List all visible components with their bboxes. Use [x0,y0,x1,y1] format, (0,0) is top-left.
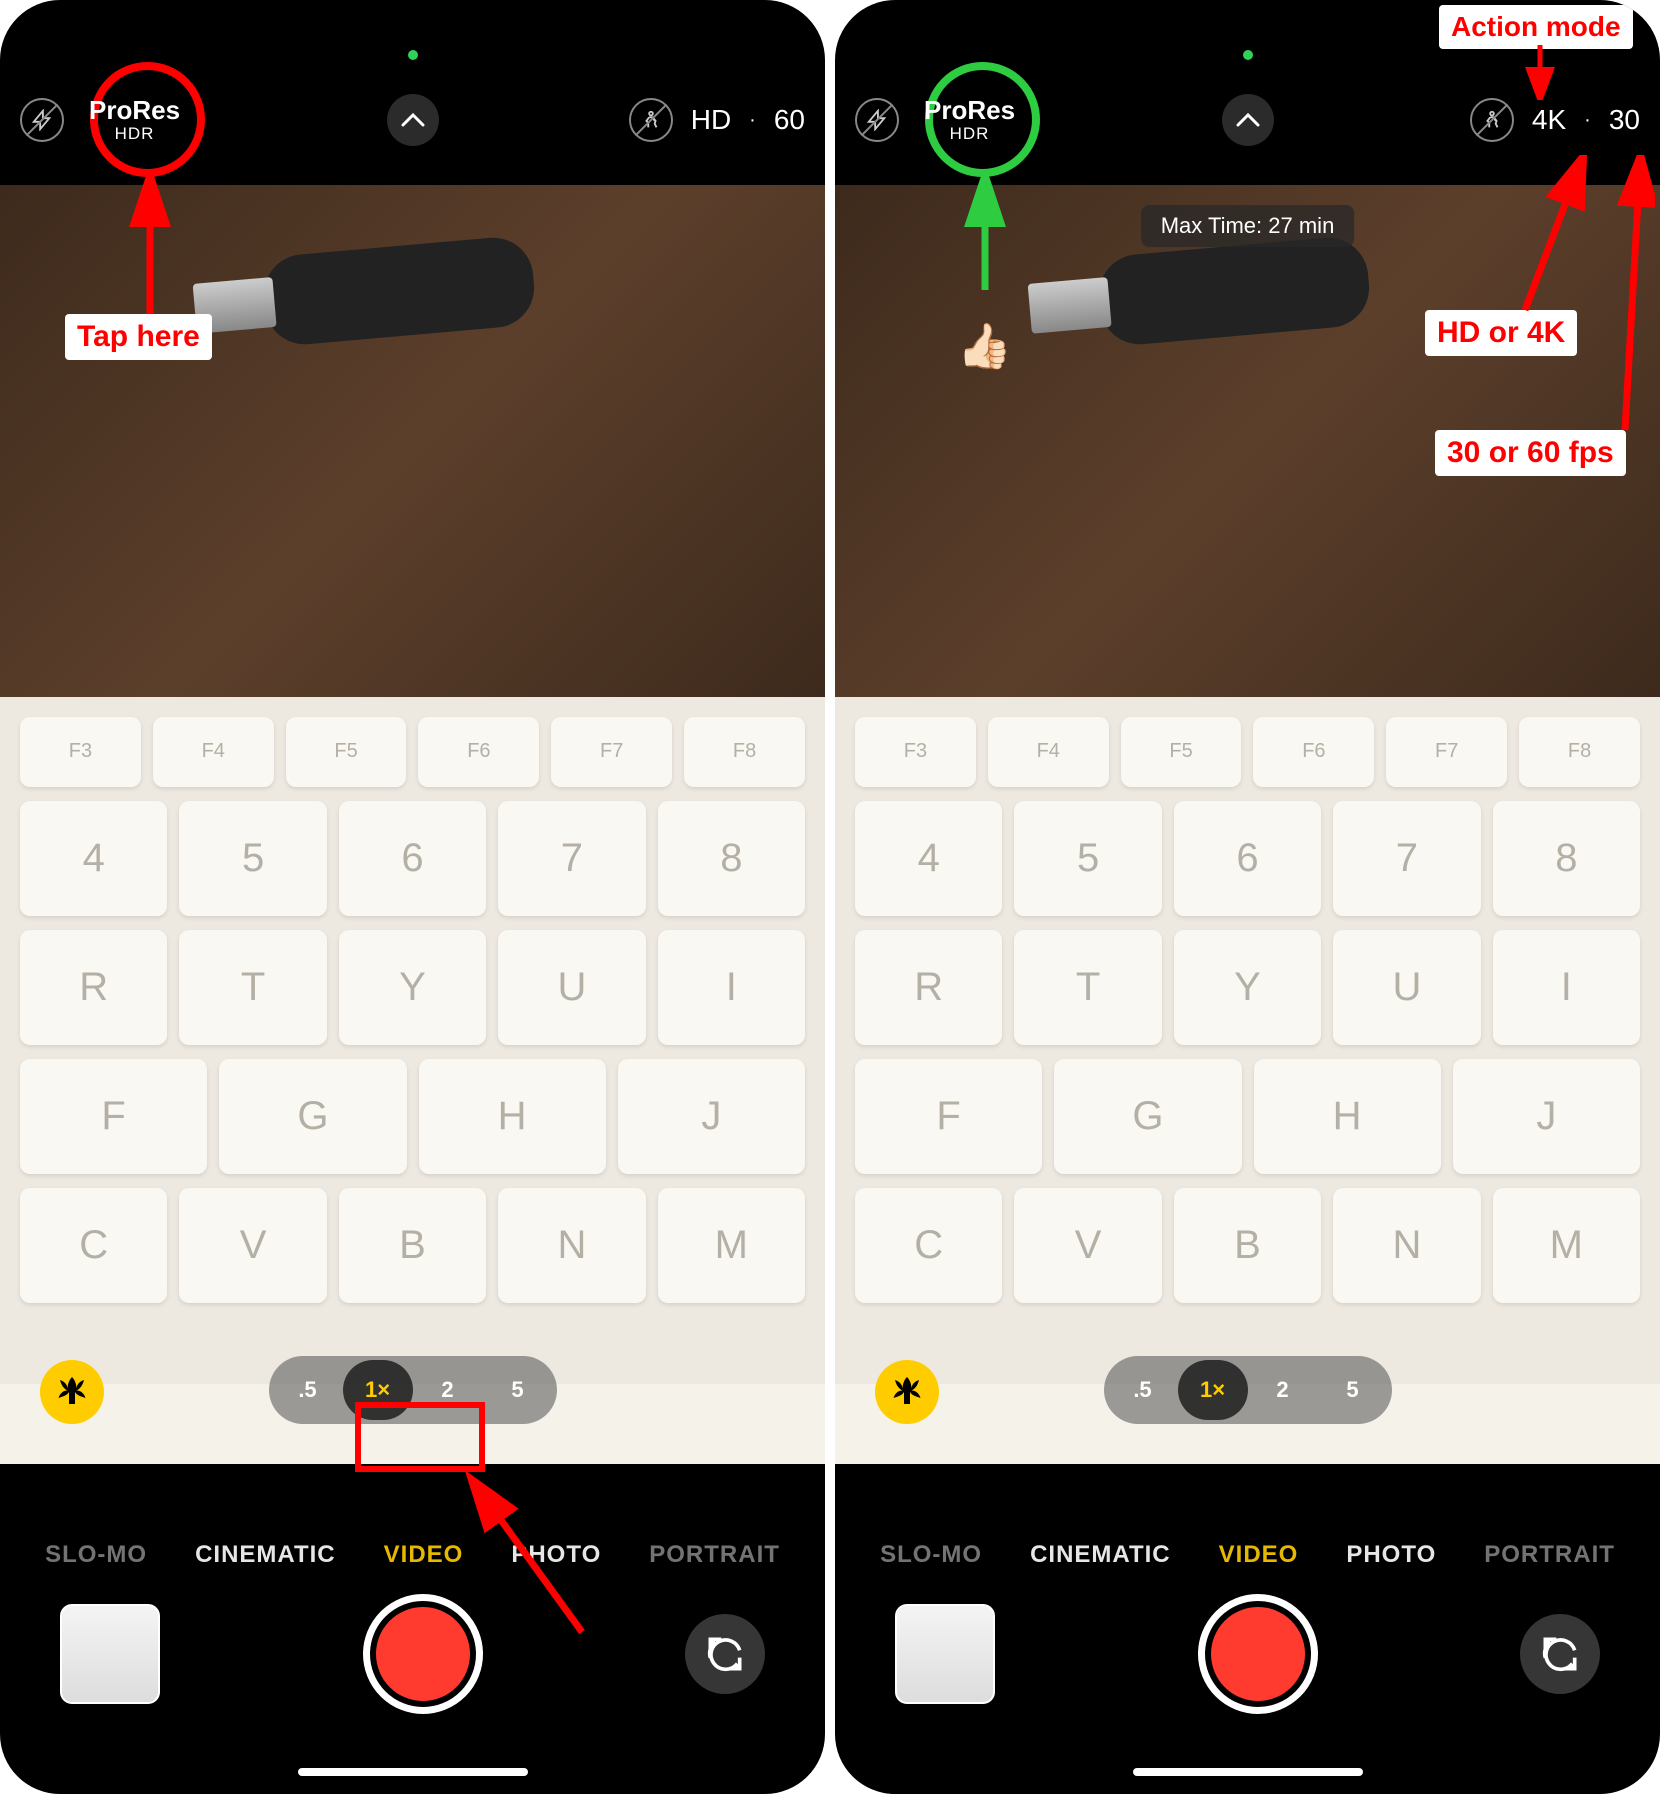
resolution-label[interactable]: HD [691,104,731,136]
mode-photo[interactable]: PHOTO [1346,1541,1436,1569]
thumbs-up-icon: 👍🏻 [957,320,1012,372]
action-mode-icon[interactable] [1470,98,1514,142]
zoom-2x-button[interactable]: 2 [1248,1360,1318,1420]
prores-badge[interactable]: ProRes HDR [89,96,180,143]
mode-selector[interactable]: SLO-MO CINEMATIC VIDEO PHOTO PORTRAIT [835,1541,1660,1569]
separator-dot: · [749,109,756,132]
camera-top-bar: ProRes HDR HD · 60 [0,80,825,160]
phone-left: ProRes HDR HD · 60 F3F4F5F6F7F8 45678 RT… [0,0,825,1794]
chevron-up-icon[interactable] [1222,94,1274,146]
mode-cinematic[interactable]: CINEMATIC [1030,1541,1171,1569]
macro-mode-icon[interactable] [875,1360,939,1424]
zoom-0-5x-button[interactable]: .5 [273,1360,343,1420]
mode-photo[interactable]: PHOTO [511,1541,601,1569]
usb-drive [261,235,538,348]
last-capture-thumbnail[interactable] [60,1604,160,1704]
prores-badge[interactable]: ProRes HDR [924,96,1015,143]
bottom-controls [0,1584,825,1724]
mode-selector[interactable]: SLO-MO CINEMATIC VIDEO PHOTO PORTRAIT [0,1541,825,1569]
zoom-5x-button[interactable]: 5 [483,1360,553,1420]
viewfinder[interactable]: F3F4F5F6F7F8 45678 RTYUI FGHJ CVBNM Max … [835,185,1660,1464]
phone-right: ProRes HDR 4K · 30 F3F4F5F6F7F8 45678 RT… [835,0,1660,1794]
mode-video[interactable]: VIDEO [1219,1541,1299,1569]
annotation-actionmode-label: Action mode [1439,5,1633,49]
mode-video[interactable]: VIDEO [384,1541,464,1569]
separator-dot: · [1584,109,1591,132]
zoom-0-5x-button[interactable]: .5 [1108,1360,1178,1420]
keyboard-object: F3F4F5F6F7F8 45678 RTYUI FGHJ CVBNM [835,697,1660,1464]
prores-label: ProRes [89,95,180,125]
prores-label: ProRes [924,95,1015,125]
mode-slomo[interactable]: SLO-MO [45,1541,147,1569]
record-button[interactable] [363,1594,483,1714]
mode-portrait[interactable]: PORTRAIT [1484,1541,1615,1569]
zoom-selector: .5 1× 2 5 [269,1356,557,1424]
action-mode-icon[interactable] [629,98,673,142]
switch-camera-icon[interactable] [685,1614,765,1694]
fps-label[interactable]: 30 [1609,104,1640,136]
mode-slomo[interactable]: SLO-MO [880,1541,982,1569]
usb-drive [1096,235,1373,348]
bottom-controls [835,1584,1660,1724]
flash-off-icon[interactable] [855,98,899,142]
switch-camera-icon[interactable] [1520,1614,1600,1694]
mode-cinematic[interactable]: CINEMATIC [195,1541,336,1569]
zoom-5x-button[interactable]: 5 [1318,1360,1388,1420]
desk-surface [0,185,825,697]
camera-top-bar: ProRes HDR 4K · 30 [835,80,1660,160]
zoom-1x-button[interactable]: 1× [1178,1360,1248,1420]
max-time-badge: Max Time: 27 min [1141,205,1355,247]
keyboard-object: F3F4F5F6F7F8 45678 RTYUI FGHJ CVBNM [0,697,825,1464]
desk-surface [835,185,1660,697]
zoom-2x-button[interactable]: 2 [413,1360,483,1420]
record-button[interactable] [1198,1594,1318,1714]
home-indicator[interactable] [298,1768,528,1776]
resolution-label[interactable]: 4K [1532,104,1566,136]
hdr-label: HDR [924,125,1015,144]
home-indicator[interactable] [1133,1768,1363,1776]
last-capture-thumbnail[interactable] [895,1604,995,1704]
flash-off-icon[interactable] [20,98,64,142]
chevron-up-icon[interactable] [387,94,439,146]
macro-mode-icon[interactable] [40,1360,104,1424]
hdr-label: HDR [89,125,180,144]
privacy-indicator-dot [1243,50,1253,60]
viewfinder[interactable]: F3F4F5F6F7F8 45678 RTYUI FGHJ CVBNM .5 1… [0,185,825,1464]
zoom-1x-button[interactable]: 1× [343,1360,413,1420]
privacy-indicator-dot [408,50,418,60]
zoom-selector: .5 1× 2 5 [1104,1356,1392,1424]
fps-label[interactable]: 60 [774,104,805,136]
mode-portrait[interactable]: PORTRAIT [649,1541,780,1569]
